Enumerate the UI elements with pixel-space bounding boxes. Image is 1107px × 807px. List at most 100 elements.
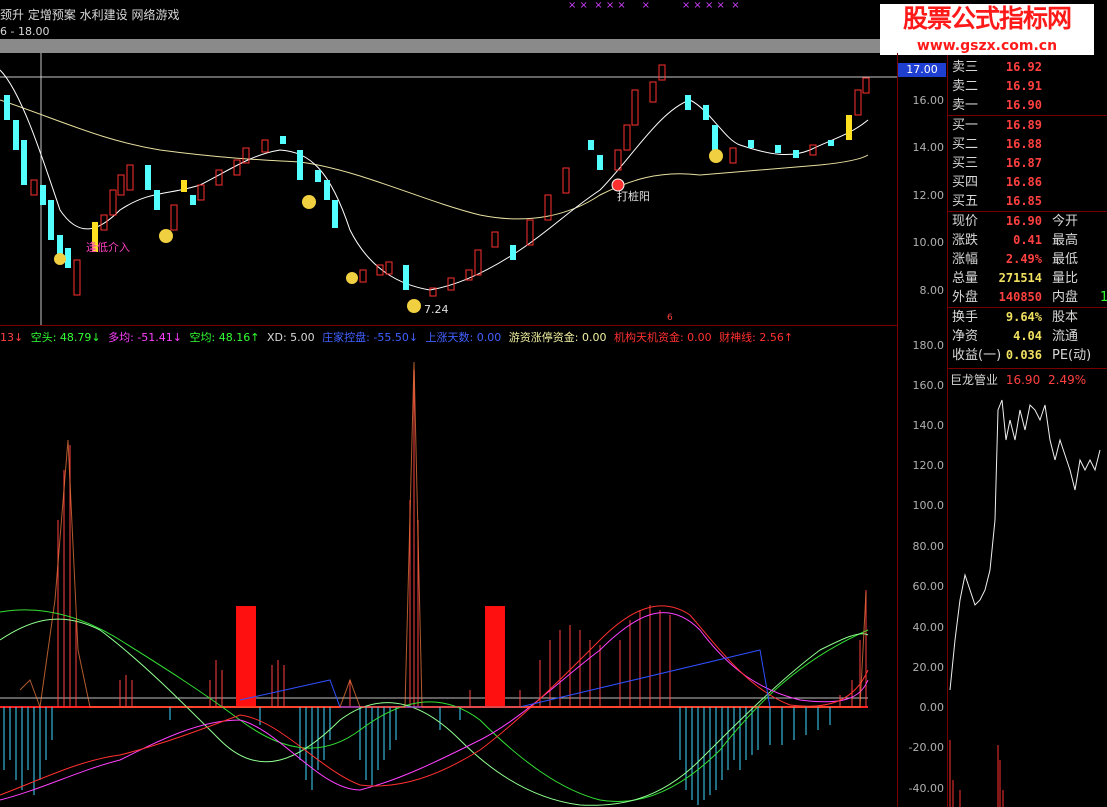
smiley-icon — [159, 229, 173, 243]
ma-short-line — [0, 69, 869, 291]
indicator-tick: 140.0 — [912, 419, 945, 432]
indicator-tick: 100.0 — [912, 499, 945, 512]
quote-divider — [948, 368, 1107, 369]
candle — [4, 95, 10, 120]
price-tick: 14.00 — [912, 141, 945, 154]
signal-block — [485, 606, 505, 707]
money-bag-icon — [54, 253, 66, 265]
candle — [145, 165, 151, 190]
legend-item: 庄家控盘: -55.50↓ — [322, 331, 419, 344]
candle — [597, 155, 603, 170]
candles — [4, 64, 870, 297]
candle — [48, 200, 54, 240]
stat-row: 涨幅 2.49% 最低 — [952, 252, 1079, 267]
indicator-tick: 20.00 — [912, 661, 945, 674]
legend-item: 游资涨停资金: 0.00 — [508, 331, 607, 344]
stat-row: 涨跌 0.41 最高 — [952, 233, 1079, 248]
candle — [73, 259, 81, 296]
candle — [126, 164, 134, 191]
ask-row[interactable]: 卖三 16.92 — [948, 58, 1107, 77]
green-line-2 — [0, 618, 869, 806]
mini-intraday-chart[interactable] — [948, 388, 1107, 807]
bid-row[interactable]: 买五 16.85 — [948, 192, 1107, 211]
candle — [649, 81, 657, 103]
bid-row[interactable]: 买一 16.89 — [948, 116, 1107, 135]
main-kline-chart[interactable] — [0, 53, 898, 325]
candle — [685, 95, 691, 110]
toolbar-strip[interactable] — [0, 39, 897, 53]
price-tick: 12.00 — [912, 189, 945, 202]
smiley-icons — [54, 149, 723, 313]
candle — [854, 89, 862, 116]
indicator-tick: 160.0 — [912, 379, 945, 392]
candle — [261, 139, 269, 153]
candle — [315, 170, 321, 182]
candle — [491, 231, 499, 248]
green-line-1 — [0, 609, 869, 803]
candle — [280, 136, 286, 144]
candle — [117, 174, 125, 196]
candle — [332, 200, 338, 228]
smiley-icon — [709, 149, 723, 163]
stat-row: 净资 4.04 流通 — [952, 329, 1079, 344]
money-bag-icon — [346, 272, 358, 284]
quote-panel: 卖三 16.92 卖二 16.91 卖一 16.90 买一 16.89 买二 16.88 … — [948, 58, 1107, 368]
candle — [297, 150, 303, 180]
mini-chart-title[interactable]: 巨龙管业 16.90 2.49% — [950, 371, 1086, 388]
bid-row[interactable]: 买三 16.87 — [948, 154, 1107, 173]
stock-terminal-window: 颈升 定增预案 水利建设 网络游戏 6 - 18.00 × × × × × × … — [0, 0, 1107, 807]
candle — [775, 145, 781, 153]
stock-name: 巨龙管业 — [950, 373, 999, 387]
indicator-tick: 120.0 — [912, 459, 945, 472]
ask-row[interactable]: 卖二 16.91 — [948, 77, 1107, 96]
bid-row[interactable]: 买二 16.88 — [948, 135, 1107, 154]
stock-price: 16.90 — [1005, 373, 1041, 387]
intraday-line — [949, 399, 1101, 691]
ask-row[interactable]: 卖一 16.90 — [948, 96, 1107, 115]
smiley-icon — [302, 195, 316, 209]
candle — [181, 180, 187, 192]
candle — [828, 140, 834, 146]
candle — [40, 185, 46, 205]
candle — [170, 204, 178, 231]
brand-logo: 股票公式指标网 — [880, 4, 1094, 38]
candle — [588, 140, 594, 150]
legend-item: 13↓ — [0, 331, 24, 344]
candle — [658, 64, 666, 81]
red-line — [0, 605, 869, 796]
low-price-label: 7.24 — [424, 303, 449, 316]
low-entry-label: 逢低介入 — [86, 241, 130, 254]
ma-long-line — [0, 99, 869, 220]
legend-item: 空均: 48.16↑ — [189, 331, 260, 344]
indicator-chart[interactable] — [0, 345, 898, 807]
red-bars — [57, 370, 867, 707]
signal-markers: × × × × × × × × × × × — [568, 0, 740, 11]
indicator-tick: 80.00 — [912, 540, 945, 553]
indicator-tick: 60.00 — [912, 580, 945, 593]
indicator-tick: 0.00 — [919, 701, 945, 714]
stat-row: 外盘 140850 内盘 1 — [952, 290, 1107, 305]
candle — [324, 180, 330, 200]
candle — [474, 249, 482, 276]
candle — [729, 147, 737, 164]
candle — [403, 265, 409, 290]
candle — [703, 105, 709, 120]
candle — [385, 261, 393, 275]
candle — [233, 159, 241, 176]
candle — [748, 140, 754, 148]
bid-row[interactable]: 买四 16.86 — [948, 173, 1107, 192]
price-range-label: 6 - 18.00 — [0, 25, 50, 38]
candle — [862, 77, 870, 94]
indicator-tick: -20.00 — [908, 741, 944, 754]
indicator-tick: 180.0 — [912, 339, 945, 352]
stat-extra: 1 — [1100, 290, 1107, 305]
candle — [712, 125, 718, 150]
stat-row: 收益(一) 0.036 PE(动) — [952, 348, 1092, 363]
candle — [190, 195, 196, 205]
candle — [154, 190, 160, 210]
price-tick: 16.00 — [912, 94, 945, 107]
candle — [21, 140, 27, 185]
stock-change: 2.49% — [1048, 373, 1087, 387]
candle — [623, 124, 631, 151]
indicator-tick: -40.00 — [908, 782, 944, 795]
